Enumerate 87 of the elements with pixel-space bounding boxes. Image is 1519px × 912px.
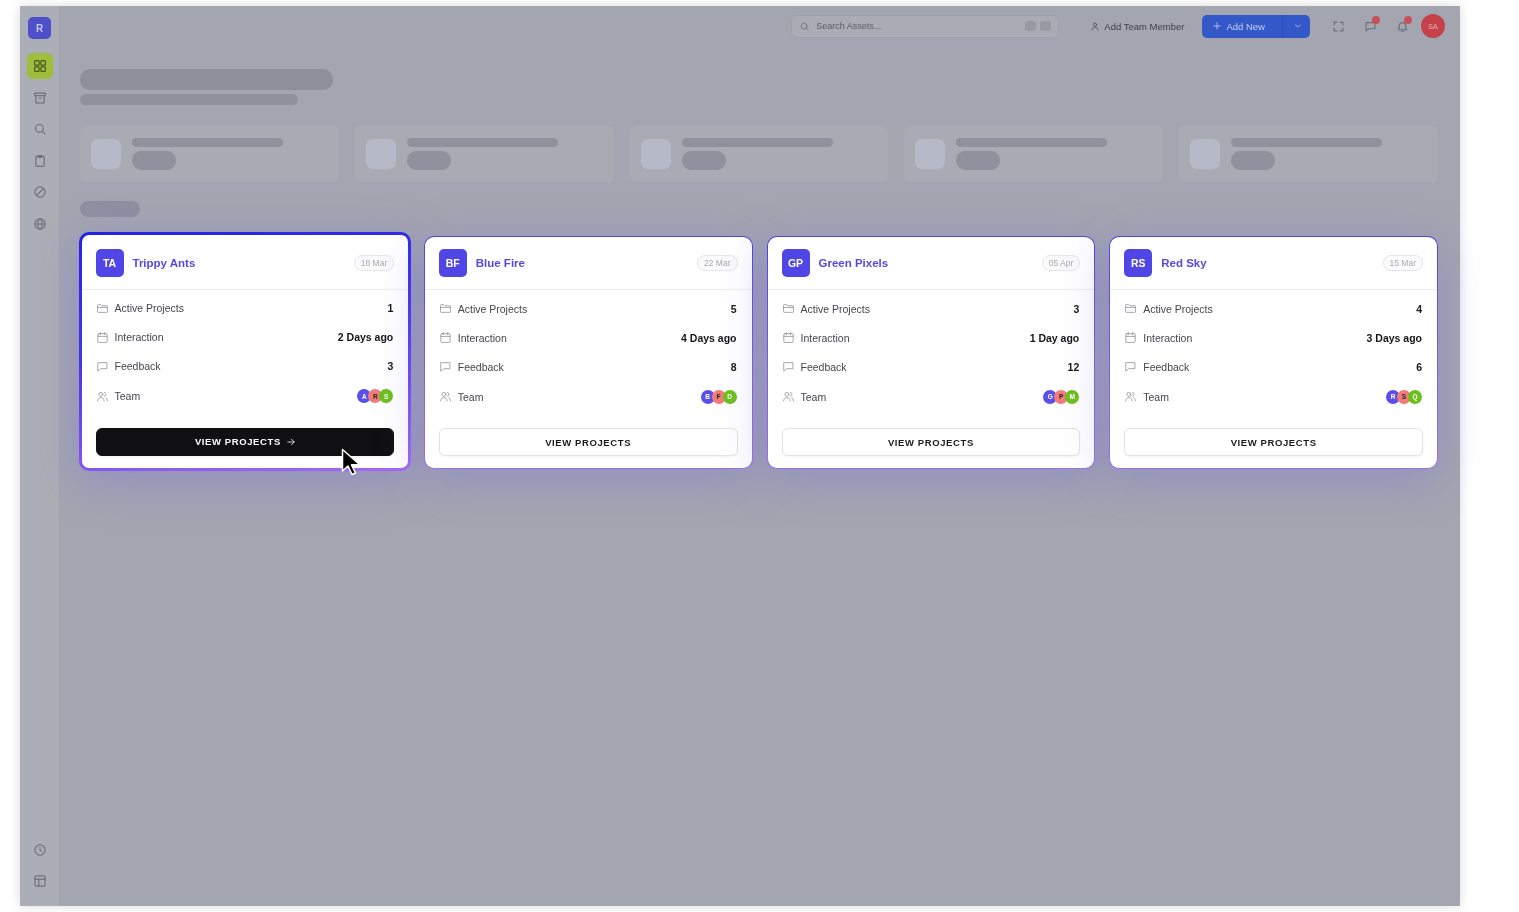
clock-icon <box>33 843 46 856</box>
view-projects-button[interactable]: VIEW PROJECTS <box>1124 428 1423 456</box>
stat-label: Feedback <box>1143 360 1191 373</box>
bell-icon[interactable] <box>1396 20 1408 32</box>
view-projects-button[interactable]: VIEW PROJECTS <box>438 428 738 456</box>
stat-value: 3 <box>1073 302 1080 315</box>
chat-icon <box>782 361 794 372</box>
stat-label: Team <box>1143 390 1170 403</box>
message-icon[interactable] <box>1364 20 1376 32</box>
stat-value: 6 <box>1416 360 1422 373</box>
skeleton-pill <box>1231 151 1276 170</box>
expand-icon[interactable] <box>1332 20 1344 32</box>
people-icon <box>782 391 794 402</box>
stat-label: Active Projects <box>114 302 185 314</box>
stat-value: 5 <box>730 302 737 315</box>
layout-icon <box>33 875 46 887</box>
skeleton-pill <box>132 151 176 170</box>
caret-down-icon <box>1294 22 1302 30</box>
arrow-right-icon <box>286 437 295 446</box>
skeleton-pill <box>406 151 451 170</box>
skeleton-pill <box>681 151 726 170</box>
globe-icon <box>33 217 46 230</box>
clipboard-icon <box>33 154 46 167</box>
view-projects-button[interactable]: VIEW PROJECTS <box>781 428 1081 456</box>
people-icon <box>1125 391 1137 402</box>
plus-icon <box>1213 22 1222 30</box>
client-name: Red Sky <box>1161 257 1208 269</box>
stat-value: 2 Days ago <box>337 331 394 343</box>
initials-avatar: TA <box>95 248 124 277</box>
people-icon <box>439 391 451 402</box>
user-icon <box>1091 21 1100 31</box>
client-name: Trippy Ants <box>132 256 197 269</box>
initials-avatar: RS <box>1124 249 1153 277</box>
chat-icon <box>1125 361 1137 372</box>
grid-icon <box>33 60 46 72</box>
folder-icon <box>439 303 451 314</box>
date-tag: 05 Apr <box>1041 255 1081 271</box>
stat-label: Team <box>114 390 142 402</box>
chat-icon <box>439 361 451 372</box>
initials-avatar: BF <box>438 249 467 277</box>
stat-label: Active Projects <box>1143 302 1214 315</box>
stat-label: Interaction <box>457 331 508 344</box>
folder-icon <box>1125 303 1137 314</box>
view-projects-button[interactable]: VIEW PROJECTS <box>95 427 395 456</box>
stat-value: 12 <box>1067 360 1080 373</box>
stat-label: Interaction <box>114 331 165 343</box>
calendar-icon <box>1125 332 1137 343</box>
stat-value: 4 Days ago <box>681 331 737 344</box>
stat-label: Feedback <box>457 360 505 373</box>
date-tag: 15 Mar <box>1382 255 1423 271</box>
search-field[interactable]: Search Assets... <box>791 14 1060 38</box>
date-tag: 22 Mar <box>697 255 738 271</box>
client-name: Blue Fire <box>475 257 526 269</box>
search-icon <box>800 21 810 31</box>
stat-label: Interaction <box>1143 331 1194 344</box>
add-team-member-button[interactable]: Add Team Member <box>1091 14 1185 38</box>
stat-label: Feedback <box>800 360 848 373</box>
stat-label: Team <box>800 390 828 403</box>
add-new-button[interactable]: Add New <box>1202 14 1310 38</box>
chat-icon <box>96 360 108 372</box>
client-name: Green Pixels <box>818 257 890 269</box>
initials-avatar: GP <box>781 249 810 277</box>
stat-value: 1 <box>387 302 394 314</box>
stat-value: 3 <box>387 360 394 372</box>
folder-icon <box>782 303 794 314</box>
calendar-icon <box>96 331 108 343</box>
date-tag: 18 Mar <box>353 254 395 271</box>
stat-value: 8 <box>730 360 737 373</box>
people-icon <box>96 390 108 402</box>
calendar-icon <box>439 332 451 343</box>
calendar-icon <box>782 332 794 343</box>
skeleton-pill <box>956 151 1001 170</box>
search-icon <box>33 123 46 135</box>
archive-icon <box>33 91 46 104</box>
sidebar-button[interactable] <box>26 53 53 79</box>
stat-value: 4 <box>1416 302 1422 315</box>
stat-label: Feedback <box>114 360 162 372</box>
stat-label: Team <box>457 390 485 403</box>
skeleton-pill <box>80 201 140 217</box>
stat-label: Active Projects <box>800 302 871 315</box>
prohibited-icon <box>33 186 46 198</box>
folder-icon <box>96 302 108 314</box>
stat-value: 3 Days ago <box>1366 331 1422 344</box>
stat-label: Interaction <box>800 331 851 344</box>
app-logo[interactable]: R <box>28 17 51 39</box>
stat-label: Active Projects <box>457 302 529 315</box>
stat-value: 1 Day ago <box>1029 331 1080 344</box>
